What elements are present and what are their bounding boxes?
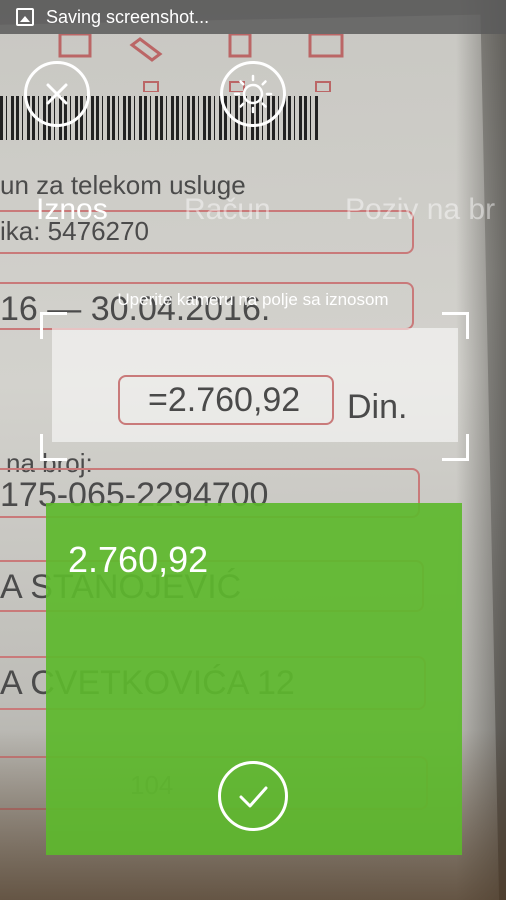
frame-corner-top-right bbox=[442, 312, 469, 339]
result-panel: 2.760,92 bbox=[46, 503, 462, 855]
brightness-icon bbox=[233, 74, 273, 114]
tab-iznos[interactable]: Iznos bbox=[36, 193, 108, 227]
tab-racun[interactable]: Račun bbox=[184, 193, 271, 227]
frame-corner-bottom-right bbox=[442, 434, 469, 461]
tab-poziv-na-broj[interactable]: Poziv na br bbox=[345, 193, 495, 227]
check-icon bbox=[239, 786, 268, 808]
scan-hint: Uperite kameru na polje sa iznosom bbox=[117, 290, 389, 309]
status-bar: Saving screenshot... bbox=[0, 0, 506, 34]
frame-corner-bottom-left bbox=[40, 434, 67, 461]
flash-button[interactable] bbox=[220, 61, 286, 127]
close-button[interactable] bbox=[24, 61, 90, 127]
status-text: Saving screenshot... bbox=[46, 7, 210, 27]
scanned-amount: =2.760,92 bbox=[148, 381, 301, 419]
close-icon bbox=[46, 83, 68, 105]
confirm-button[interactable] bbox=[218, 761, 288, 831]
result-amount: 2.760,92 bbox=[68, 539, 209, 580]
screenshot-icon bbox=[16, 8, 34, 26]
frame-corner-top-left bbox=[40, 312, 67, 339]
scanned-currency: Din. bbox=[347, 388, 408, 426]
